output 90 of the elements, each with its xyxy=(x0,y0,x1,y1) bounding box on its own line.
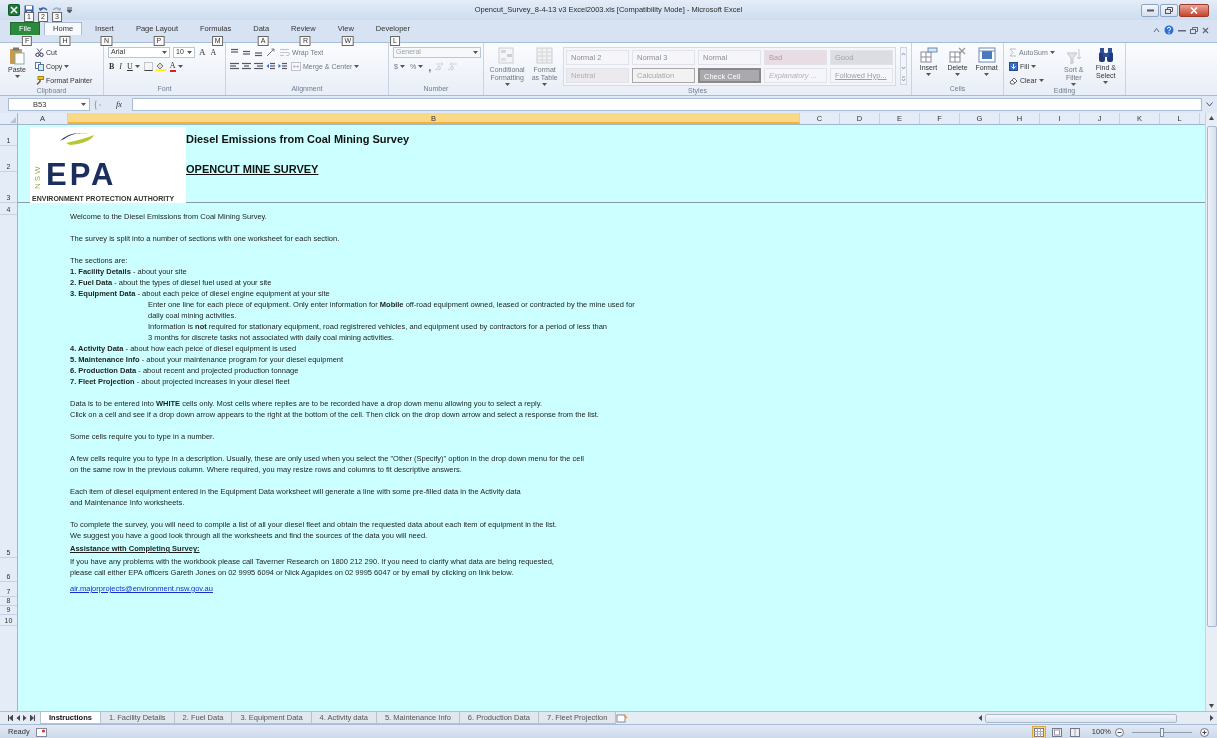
text-angle-icon[interactable] xyxy=(266,48,276,57)
first-sheet-icon[interactable] xyxy=(8,715,13,721)
scroll-down-icon[interactable] xyxy=(1208,701,1215,711)
caret-icon xyxy=(14,75,20,78)
align-left-icon[interactable] xyxy=(230,62,239,71)
restore-icon xyxy=(1165,6,1173,14)
excel-icon[interactable] xyxy=(8,4,20,16)
minimize-icon[interactable] xyxy=(1178,27,1186,33)
view-button[interactable] xyxy=(1049,725,1064,738)
collapse-ribbon-icon[interactable] xyxy=(1153,27,1160,33)
scissors-icon xyxy=(35,48,44,57)
caret-icon xyxy=(162,51,167,54)
caret-icon xyxy=(1038,79,1044,82)
border-icon[interactable] xyxy=(143,62,153,71)
caret-icon xyxy=(504,83,510,86)
grow-button[interactable]: A xyxy=(198,48,207,57)
insert-cells-icon xyxy=(919,47,938,63)
formula-input[interactable] xyxy=(132,98,1202,111)
caret-icon xyxy=(1030,65,1036,68)
align-center-icon[interactable] xyxy=(242,62,251,71)
italic-button[interactable]: I xyxy=(118,62,123,71)
caret-icon xyxy=(1103,81,1109,84)
restore-icon[interactable] xyxy=(1190,26,1198,34)
wrap-text-icon xyxy=(280,48,290,57)
scroll-right-icon[interactable] xyxy=(1209,714,1215,722)
minimize-icon xyxy=(1146,8,1154,12)
eraser-icon xyxy=(1009,76,1018,85)
restore-button[interactable] xyxy=(1160,3,1178,17)
caret-icon xyxy=(473,51,478,54)
copy-icon xyxy=(35,62,44,71)
help-icon[interactable] xyxy=(1164,25,1174,35)
scroll-thumb[interactable] xyxy=(1206,126,1217,627)
paint-bucket-icon[interactable] xyxy=(155,62,166,71)
caret-icon xyxy=(134,65,140,68)
page-break-icon xyxy=(1069,727,1080,737)
paintbrush-icon xyxy=(35,76,44,85)
scroll-up-icon[interactable] xyxy=(1208,113,1215,123)
font-color-button[interactable]: A xyxy=(168,61,184,72)
caret-icon xyxy=(418,65,424,68)
fill-down-icon xyxy=(1009,62,1018,71)
conditional-formatting-icon xyxy=(498,47,517,65)
caret-icon xyxy=(354,65,360,68)
caret-icon xyxy=(399,65,405,68)
zoom-out-icon[interactable] xyxy=(1115,727,1124,737)
caret-icon xyxy=(177,65,183,68)
zoom-slider-thumb[interactable] xyxy=(1160,727,1164,737)
previous-sheet-icon[interactable] xyxy=(16,715,20,721)
scroll-left-icon[interactable] xyxy=(977,714,983,722)
caret-icon xyxy=(81,103,86,106)
bold-button[interactable]: B xyxy=(108,62,116,71)
close-button[interactable] xyxy=(1179,3,1209,17)
decrease-indent-icon[interactable] xyxy=(266,62,275,71)
caret-icon xyxy=(955,73,960,76)
macro-record-icon[interactable] xyxy=(35,727,47,737)
insert-function-button[interactable]: fx xyxy=(110,98,129,111)
caret-icon xyxy=(187,51,192,54)
underline-button[interactable]: U xyxy=(126,62,141,71)
merge-cells-icon xyxy=(291,62,301,71)
normal-view-icon xyxy=(1033,727,1044,737)
zoom-in-icon[interactable] xyxy=(1200,727,1209,737)
sort-filter-icon xyxy=(1065,47,1082,65)
caret-icon xyxy=(64,65,70,68)
format-cells-icon xyxy=(977,47,996,63)
minimize-button[interactable] xyxy=(1141,3,1159,17)
caret-icon xyxy=(1071,83,1077,86)
shrink-button[interactable]: A xyxy=(209,48,218,57)
view-button[interactable] xyxy=(1067,725,1082,738)
caret-icon xyxy=(1049,51,1055,54)
increase-indent-icon[interactable] xyxy=(278,62,287,71)
align-middle-icon[interactable] xyxy=(242,48,251,57)
clipboard-icon xyxy=(9,47,25,65)
close-icon[interactable] xyxy=(1202,26,1209,34)
close-icon xyxy=(1190,6,1198,14)
customize-caret-icon[interactable] xyxy=(66,6,73,14)
sigma-icon xyxy=(1009,48,1017,57)
survey-subtitle: OPENCUT MINE SURVEY xyxy=(186,161,320,177)
survey-title: Diesel Emissions from Coal Mining Survey xyxy=(186,132,410,147)
caret-icon xyxy=(926,73,931,76)
page-layout-icon xyxy=(1051,727,1062,737)
binoculars-icon xyxy=(1096,47,1115,63)
delete-cells-icon xyxy=(948,47,967,63)
expand-caret-icon[interactable] xyxy=(1206,102,1213,107)
next-sheet-icon[interactable] xyxy=(23,715,27,721)
last-sheet-icon[interactable] xyxy=(30,715,35,721)
caret-icon xyxy=(984,73,989,76)
caret-icon xyxy=(542,83,548,86)
view-button[interactable] xyxy=(1031,725,1046,738)
table-icon xyxy=(535,47,554,65)
align-right-icon[interactable] xyxy=(254,62,263,71)
scroll-thumb[interactable] xyxy=(985,713,1177,723)
